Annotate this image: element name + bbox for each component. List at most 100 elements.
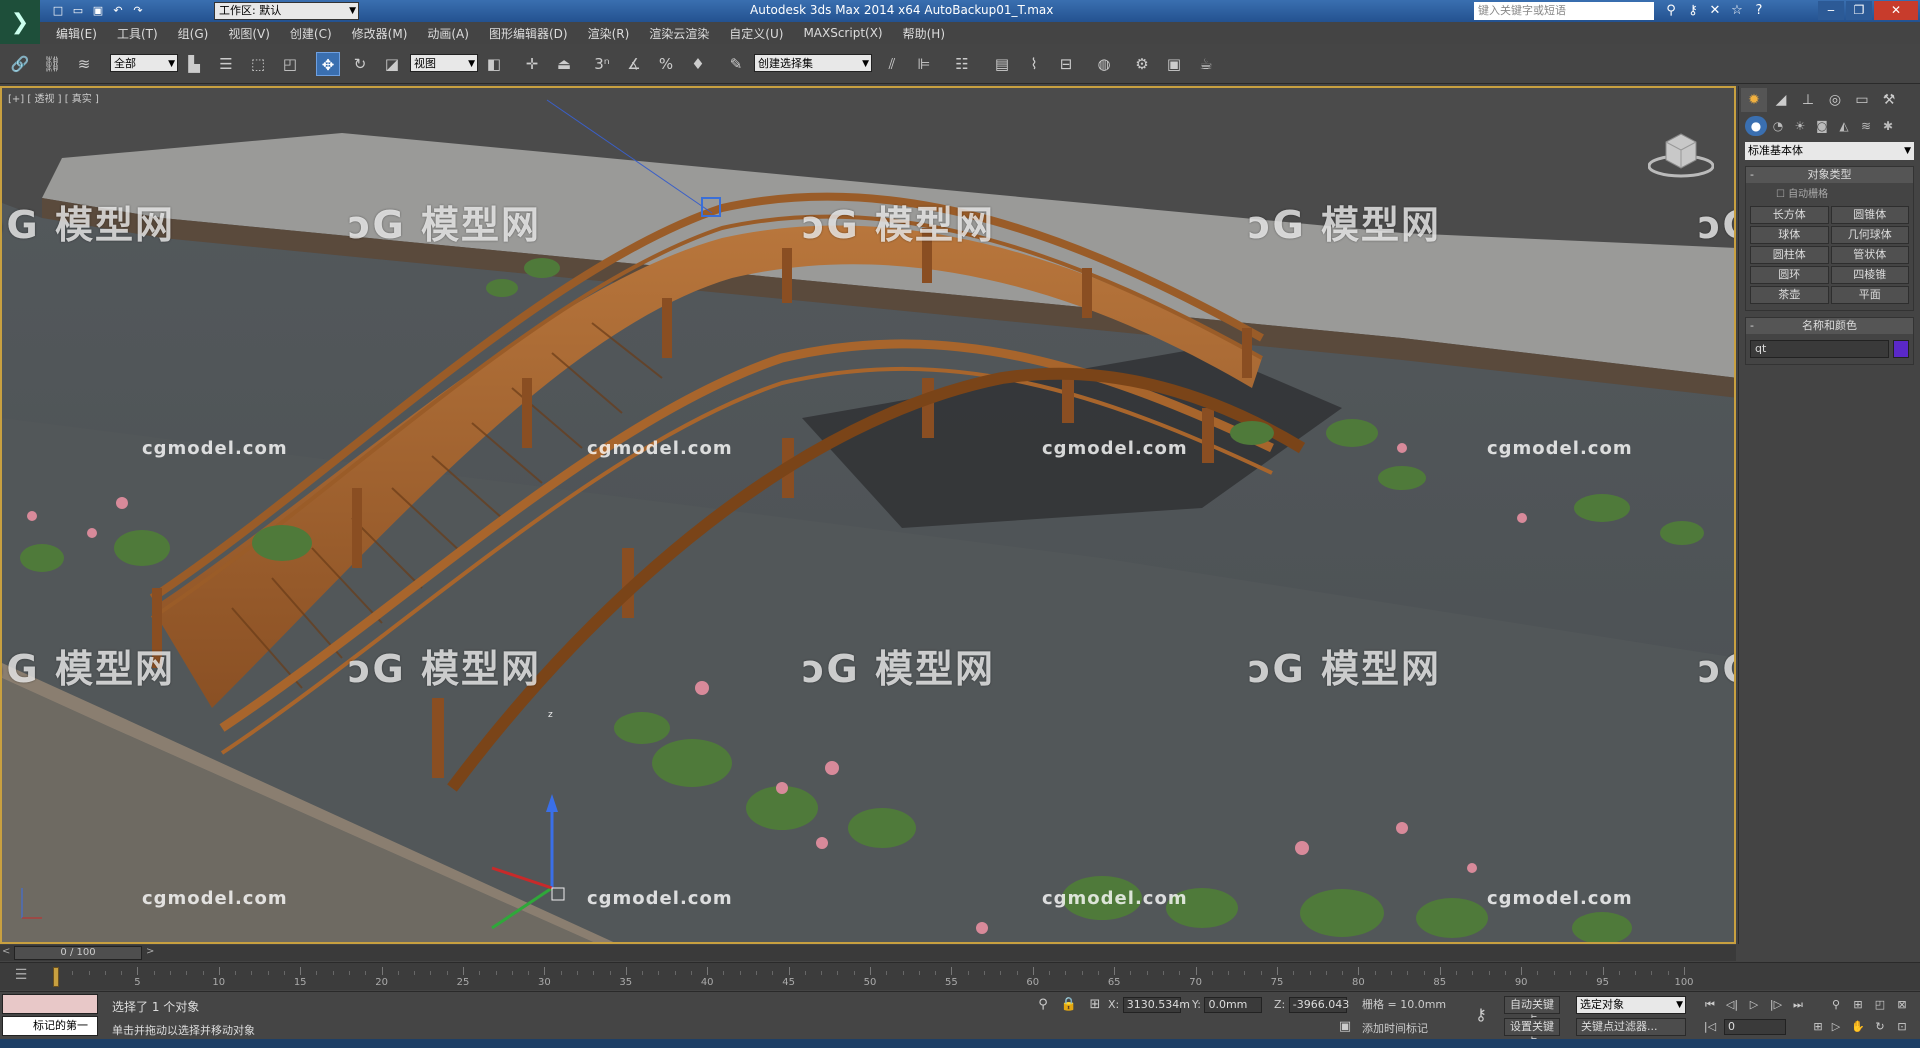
render-setup-icon[interactable]: ⚙ (1130, 52, 1154, 76)
menu-create[interactable]: 创建(C) (290, 25, 332, 42)
render-teapot-icon[interactable]: ☕ (1194, 52, 1218, 76)
bind-spacewarp-icon[interactable]: ≋ (72, 52, 96, 76)
maximize-viewport-icon[interactable]: ⊡ (1892, 1018, 1912, 1036)
cylinder-button[interactable]: 圆柱体 (1750, 246, 1829, 264)
menu-views[interactable]: 视图(V) (228, 25, 270, 42)
auto-key-button[interactable]: 自动关键点 (1504, 996, 1560, 1027)
orbit-icon[interactable]: ↻ (1870, 1018, 1890, 1036)
open-file-icon[interactable]: ▭ (70, 3, 86, 19)
curve-editor-icon[interactable]: ⌇ (1022, 52, 1046, 76)
manipulate-icon[interactable]: ✛ (520, 52, 544, 76)
key-icon[interactable]: ⚷ (1682, 2, 1704, 20)
restore-button[interactable]: ❐ (1846, 1, 1872, 20)
set-key-icon[interactable]: ⚷ (1472, 1006, 1490, 1024)
angle-snap-icon[interactable]: ∡ (622, 52, 646, 76)
utilities-tab-icon[interactable]: ⚒ (1876, 88, 1902, 112)
new-file-icon[interactable]: □ (50, 3, 66, 19)
box-button[interactable]: 长方体 (1750, 206, 1829, 224)
minimize-button[interactable]: ‒ (1818, 1, 1844, 20)
reference-coord-select[interactable]: 视图 ▼ (410, 54, 478, 72)
zoom-extents-icon[interactable]: ◰ (1870, 996, 1890, 1014)
rect-selection-icon[interactable]: ⬚ (246, 52, 270, 76)
menu-modifiers[interactable]: 修改器(M) (352, 25, 408, 42)
select-object-icon[interactable]: ▙ (182, 52, 206, 76)
go-to-end-icon[interactable]: ⏭ (1788, 996, 1808, 1014)
menu-cloud-render[interactable]: 渲染云渲染 (649, 25, 709, 42)
schematic-view-icon[interactable]: ⊟ (1054, 52, 1078, 76)
exchange-icon[interactable]: ✕ (1704, 2, 1726, 20)
go-to-start-icon[interactable]: ⏮ (1700, 996, 1720, 1014)
viewcube[interactable] (1647, 124, 1715, 180)
select-by-name-icon[interactable]: ☰ (214, 52, 238, 76)
geometry-type-select[interactable]: 标准基本体 ▼ (1745, 142, 1914, 160)
binoculars-icon[interactable]: ⚲ (1660, 2, 1682, 20)
timeline-ruler[interactable]: 5 10 15 20 25 30 35 40 45 50 55 60 65 70 75 80 85 90 95 100 (53, 963, 1694, 991)
cone-button[interactable]: 圆锥体 (1830, 206, 1909, 224)
layer-manager-icon[interactable]: ☷ (950, 52, 974, 76)
time-slider[interactable]: < 0 / 100 > (0, 945, 1736, 961)
viewport-label[interactable]: [+] [ 透视 ] [ 真实 ] (8, 90, 99, 105)
select-rotate-icon[interactable]: ↻ (348, 52, 372, 76)
shapes-icon[interactable]: ◔ (1767, 116, 1789, 136)
motion-tab-icon[interactable]: ◎ (1822, 88, 1848, 112)
link-icon[interactable]: 🔗 (8, 52, 32, 76)
object-name-input[interactable]: qt (1750, 340, 1889, 358)
menu-tools[interactable]: 工具(T) (117, 25, 158, 42)
menu-maxscript[interactable]: MAXScript(X) (803, 26, 882, 40)
key-mode-icon[interactable]: |◁ (1700, 1018, 1720, 1036)
maxscript-listener[interactable] (2, 994, 98, 1014)
current-frame-field[interactable]: 0 (1724, 1019, 1786, 1035)
star-icon[interactable]: ☆ (1726, 2, 1748, 20)
close-button[interactable]: ✕ (1874, 1, 1918, 20)
help-icon[interactable]: ? (1748, 2, 1770, 20)
plane-button[interactable]: 平面 (1830, 286, 1909, 304)
redo-icon[interactable]: ↷ (130, 3, 146, 19)
add-time-tag[interactable]: 添加时间标记 (1362, 1020, 1428, 1038)
select-scale-icon[interactable]: ◪ (380, 52, 404, 76)
pyramid-button[interactable]: 四棱锥 (1830, 266, 1909, 284)
graphite-ribbon-icon[interactable]: ▤ (990, 52, 1014, 76)
mirror-icon[interactable]: ⫽ (880, 52, 904, 76)
menu-rendering[interactable]: 渲染(R) (588, 25, 630, 42)
pivot-center-icon[interactable]: ◧ (482, 52, 506, 76)
window-crossing-icon[interactable]: ◰ (278, 52, 302, 76)
time-slider-thumb[interactable]: 0 / 100 (14, 946, 142, 960)
zoom-icon[interactable]: ⚲ (1826, 996, 1846, 1014)
sphere-button[interactable]: 球体 (1750, 226, 1829, 244)
isolate-selection-icon[interactable]: ⚲ (1034, 996, 1052, 1014)
align-icon[interactable]: ⊫ (912, 52, 936, 76)
zoom-all-icon[interactable]: ⊞ (1848, 996, 1868, 1014)
search-input[interactable]: 键入关键字或短语 (1474, 2, 1654, 20)
geometry-icon[interactable]: ● (1745, 116, 1767, 136)
set-key-button[interactable]: 设置关键点 (1504, 1018, 1560, 1048)
select-move-icon[interactable]: ✥ (316, 52, 340, 76)
teapot-button[interactable]: 茶壶 (1750, 286, 1829, 304)
save-icon[interactable]: ▣ (90, 3, 106, 19)
y-coordinate-field[interactable]: 0.0mm (1204, 997, 1263, 1013)
display-tab-icon[interactable]: ▭ (1849, 88, 1875, 112)
previous-frame-icon[interactable]: ◁| (1722, 996, 1742, 1014)
track-bar[interactable]: ☰ 5 10 15 20 25 30 35 40 45 50 55 60 65 70 75 80 85 90 95 1… (0, 962, 1920, 990)
helpers-icon[interactable]: ◭ (1833, 116, 1855, 136)
key-filters-button[interactable]: 关键点过滤器... (1576, 1018, 1686, 1036)
material-editor-icon[interactable]: ◍ (1092, 52, 1116, 76)
mini-curve-editor-icon[interactable]: ☰ (8, 967, 34, 987)
menu-edit[interactable]: 编辑(E) (56, 25, 97, 42)
workspace-select[interactable]: 工作区: 默认 ▼ (214, 2, 359, 20)
geosphere-button[interactable]: 几何球体 (1830, 226, 1909, 244)
key-selection-select[interactable]: 选定对象 ▼ (1576, 996, 1686, 1014)
keyboard-shortcut-icon[interactable]: ⏏ (552, 52, 576, 76)
z-coordinate-field[interactable]: -3966.043 (1288, 997, 1349, 1013)
auto-grid-checkbox[interactable]: ☐ 自动栅格 (1746, 183, 1913, 200)
play-icon[interactable]: ▷ (1744, 996, 1764, 1014)
modify-tab-icon[interactable]: ◢ (1768, 88, 1794, 112)
selection-lock-icon[interactable]: 🔒 (1060, 996, 1078, 1014)
selection-filter-select[interactable]: 全部 ▼ (110, 54, 178, 72)
create-tab-icon[interactable]: ✹ (1741, 88, 1767, 112)
pan-icon[interactable]: ✋ (1848, 1018, 1868, 1036)
time-prev-arrow[interactable]: < (2, 946, 10, 957)
menu-group[interactable]: 组(G) (178, 25, 209, 42)
zoom-extents-all-icon[interactable]: ⊠ (1892, 996, 1912, 1014)
tube-button[interactable]: 管状体 (1830, 246, 1909, 264)
object-color-swatch[interactable] (1893, 340, 1909, 358)
